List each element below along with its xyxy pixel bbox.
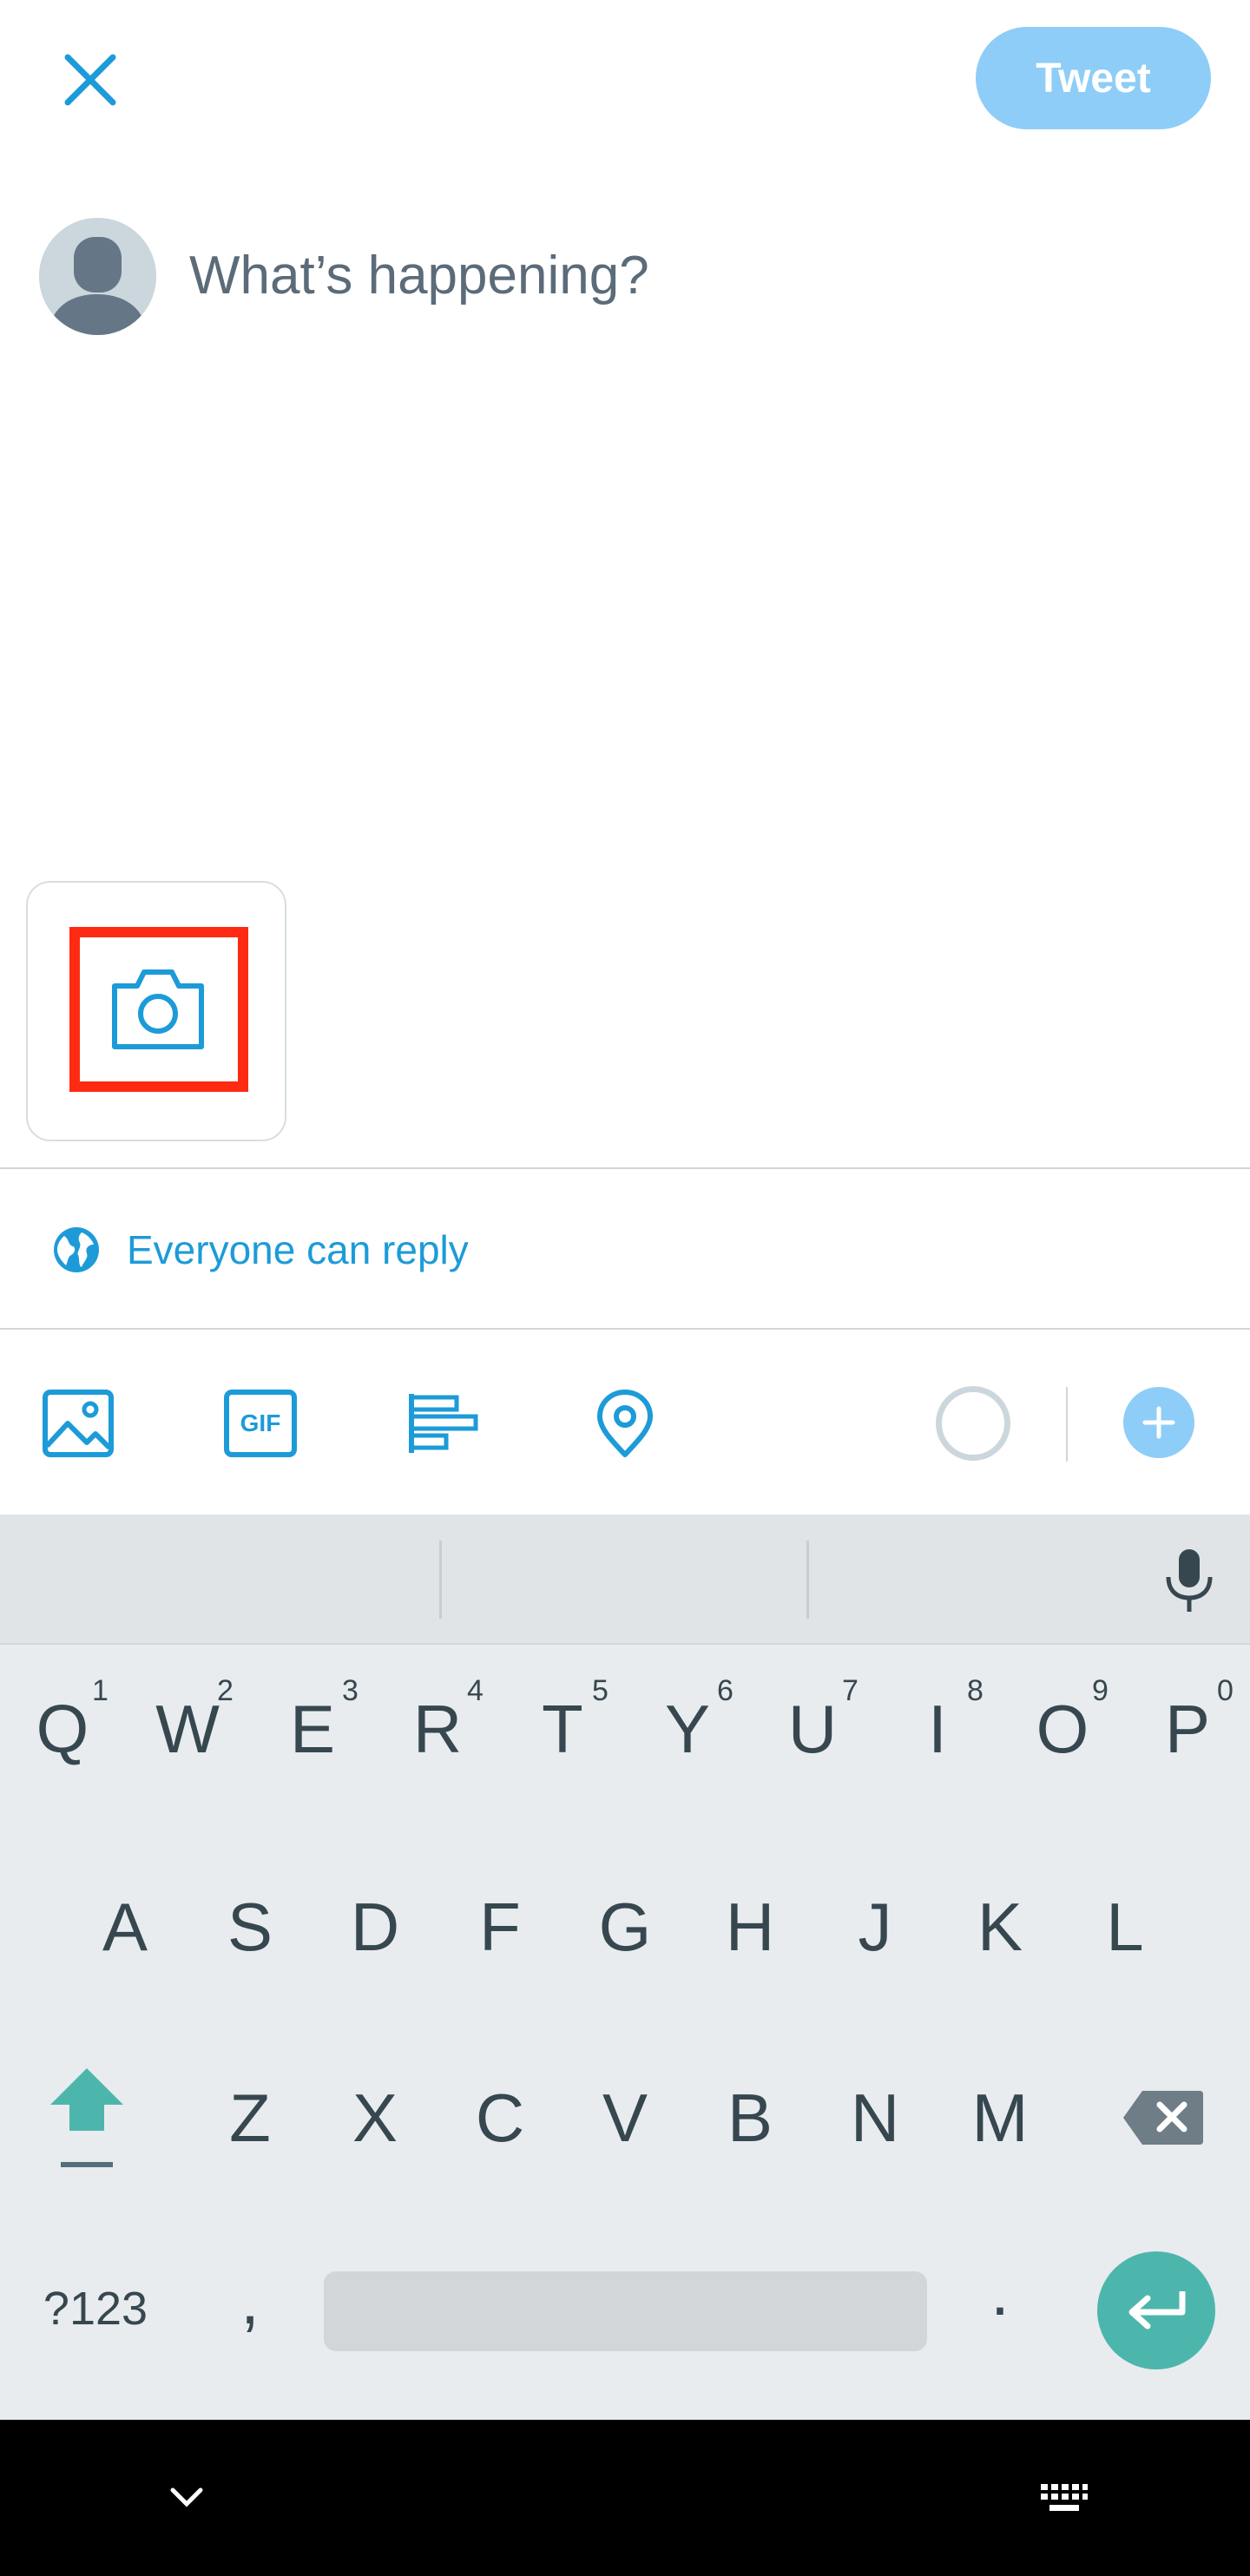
tweet-button[interactable]: Tweet — [976, 27, 1211, 129]
divider — [0, 1167, 1250, 1169]
hide-keyboard-button[interactable] — [152, 2463, 221, 2533]
key-b[interactable]: B — [688, 2044, 812, 2192]
key-m[interactable]: M — [938, 2044, 1062, 2192]
key-l[interactable]: L — [1062, 1853, 1188, 2001]
compose-tweet-screen: Tweet Everyone can reply — [0, 0, 1250, 2576]
key-hint: 6 — [717, 1674, 734, 1707]
avatar[interactable] — [39, 218, 156, 335]
shift-icon — [50, 2068, 123, 2167]
key-label: U — [787, 1690, 838, 1767]
key-n[interactable]: N — [812, 2044, 938, 2192]
reply-setting-label: Everyone can reply — [127, 1227, 469, 1272]
key-label: Q — [36, 1690, 89, 1767]
key-h[interactable]: H — [688, 1853, 812, 2001]
key-label: P — [1164, 1690, 1211, 1767]
key-r[interactable]: R 4 — [375, 1655, 500, 1803]
key-s[interactable]: S — [188, 1853, 312, 2001]
camera-icon — [112, 969, 204, 1049]
default-avatar-icon — [39, 218, 156, 335]
key-y[interactable]: Y 6 — [625, 1655, 750, 1803]
key-hint: 5 — [592, 1674, 609, 1707]
poll-icon — [409, 1394, 478, 1453]
backspace-icon — [1123, 2091, 1203, 2145]
key-w[interactable]: W 2 — [125, 1655, 250, 1803]
backspace-key[interactable] — [1076, 2044, 1250, 2192]
key-u[interactable]: U 7 — [750, 1655, 875, 1803]
keyboard-switch-button[interactable] — [1030, 2463, 1099, 2533]
key-hint: 9 — [1092, 1674, 1109, 1707]
key-x[interactable]: X — [312, 2044, 438, 2192]
keyboard-icon — [1041, 2484, 1088, 2511]
globe-icon — [54, 1227, 99, 1272]
shift-key[interactable] — [0, 2044, 174, 2192]
key-v[interactable]: V — [562, 2044, 688, 2192]
key-hint: 7 — [842, 1674, 859, 1707]
key-t[interactable]: T 5 — [500, 1655, 625, 1803]
key-label: W — [155, 1690, 220, 1767]
key-label: R — [412, 1690, 463, 1767]
location-icon — [597, 1390, 653, 1457]
soft-keyboard: Q 1 W 2 E 3 R 4 T 5 Y 6 U 7 I 8 O 9 P 0 … — [0, 1515, 1250, 2420]
key-f[interactable]: F — [438, 1853, 562, 2001]
key-z[interactable]: Z — [188, 2044, 312, 2192]
key-hint: 3 — [342, 1674, 359, 1707]
key-p[interactable]: P 0 — [1125, 1655, 1250, 1803]
key-hint: 8 — [967, 1674, 984, 1707]
suggestion-divider — [806, 1541, 809, 1619]
key-a[interactable]: A — [62, 1853, 188, 2001]
key-label: O — [1036, 1690, 1089, 1767]
image-button[interactable] — [36, 1382, 120, 1465]
system-navigation-bar — [0, 2420, 1250, 2576]
gif-button[interactable]: GIF — [219, 1382, 302, 1465]
key-k[interactable]: K — [938, 1853, 1062, 2001]
key-hint: 1 — [92, 1674, 109, 1707]
period-key[interactable]: . — [938, 2218, 1062, 2365]
gif-label: GIF — [240, 1410, 281, 1436]
close-icon — [64, 54, 116, 106]
key-j[interactable]: J — [812, 1853, 938, 2001]
character-count-ring — [936, 1386, 1010, 1461]
tweet-text-input[interactable] — [189, 227, 1188, 323]
key-hint: 0 — [1217, 1674, 1234, 1707]
key-hint: 4 — [467, 1674, 484, 1707]
enter-key[interactable] — [1097, 2251, 1215, 2369]
key-label: T — [542, 1690, 583, 1767]
suggestion-divider — [439, 1541, 442, 1619]
key-q[interactable]: Q 1 — [0, 1655, 125, 1803]
symbols-key[interactable]: ?123 — [17, 2235, 174, 2382]
poll-button[interactable] — [401, 1382, 484, 1465]
close-button[interactable] — [45, 35, 135, 125]
key-c[interactable]: C — [438, 2044, 562, 2192]
reply-setting-button[interactable]: Everyone can reply — [52, 1211, 469, 1289]
microphone-icon[interactable] — [1155, 1546, 1224, 1615]
add-thread-button[interactable] — [1123, 1387, 1194, 1458]
key-label: I — [928, 1690, 947, 1767]
comma-key[interactable]: , — [188, 2226, 312, 2374]
plus-icon — [1142, 1406, 1175, 1439]
key-label: Y — [664, 1690, 711, 1767]
chevron-down-icon — [170, 2487, 203, 2507]
enter-icon — [1128, 2291, 1186, 2330]
location-button[interactable] — [583, 1382, 667, 1465]
key-o[interactable]: O 9 — [1000, 1655, 1125, 1803]
key-d[interactable]: D — [312, 1853, 438, 2001]
key-g[interactable]: G — [562, 1853, 688, 2001]
image-icon — [43, 1390, 114, 1457]
key-i[interactable]: I 8 — [875, 1655, 1000, 1803]
key-label: E — [289, 1690, 336, 1767]
key-hint: 2 — [217, 1674, 234, 1707]
suggestion-bar — [0, 1515, 1250, 1645]
spacebar[interactable] — [324, 2271, 927, 2351]
divider — [0, 1328, 1250, 1330]
toolbar-divider — [1066, 1387, 1068, 1462]
key-e[interactable]: E 3 — [250, 1655, 375, 1803]
